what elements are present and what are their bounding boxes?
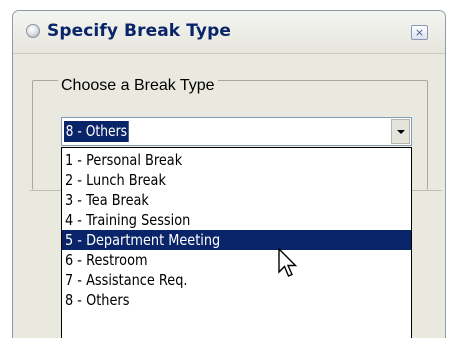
list-item[interactable]: 6 - Restroom <box>62 250 411 270</box>
dialog-title: Specify Break Type <box>47 21 231 41</box>
separator-line <box>412 190 442 191</box>
list-item[interactable]: 7 - Assistance Req. <box>62 270 411 290</box>
list-item[interactable]: 1 - Personal Break <box>62 150 411 170</box>
list-item[interactable]: 8 - Others <box>62 290 411 310</box>
close-button[interactable]: × <box>411 25 428 40</box>
list-item[interactable]: 3 - Tea Break <box>62 190 411 210</box>
groupbox-legend: Choose a Break Type <box>58 77 218 95</box>
list-item[interactable]: 4 - Training Session <box>62 210 411 230</box>
break-type-select[interactable]: 8 - Others <box>61 117 412 146</box>
list-item[interactable]: 2 - Lunch Break <box>62 170 411 190</box>
list-item-highlighted[interactable]: 5 - Department Meeting <box>62 230 411 250</box>
dropdown-arrow-button[interactable] <box>391 119 410 144</box>
select-current-value: 8 - Others <box>63 120 130 143</box>
break-type-dropdown-list[interactable]: 1 - Personal Break 2 - Lunch Break 3 - T… <box>61 147 412 338</box>
mouse-pointer-icon <box>278 248 298 277</box>
title-bar[interactable]: Specify Break Type × <box>13 11 445 54</box>
window-icon <box>26 24 40 38</box>
separator-line <box>30 190 62 191</box>
